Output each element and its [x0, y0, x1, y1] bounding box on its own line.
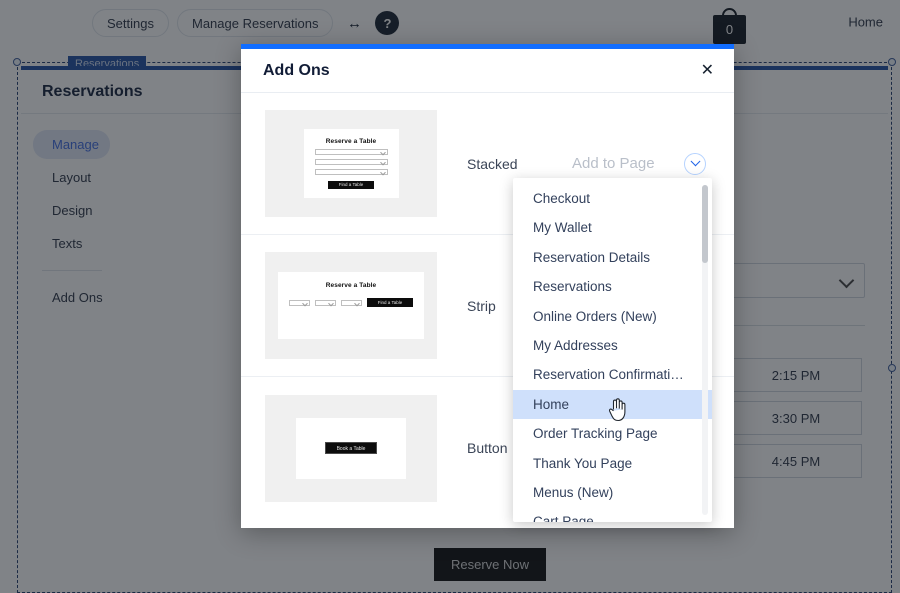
- close-icon[interactable]: ✕: [697, 59, 718, 83]
- thumb-field: [289, 299, 310, 306]
- dropdown-item[interactable]: Reservations: [513, 272, 712, 301]
- dropdown-item[interactable]: Thank You Page: [513, 449, 712, 478]
- thumb-field-row: Find a Table: [289, 298, 413, 307]
- thumb-field: [315, 299, 336, 306]
- dropdown-item[interactable]: Menus (New): [513, 478, 712, 507]
- modal-title: Add Ons: [263, 61, 330, 79]
- modal-header: Add Ons ✕: [241, 49, 734, 93]
- dropdown-item[interactable]: Reservation Confirmati…: [513, 360, 712, 389]
- addon-thumbnail-button: Book a Table: [265, 394, 437, 502]
- dropdown-item-home[interactable]: Home: [513, 389, 712, 420]
- screen: Settings Manage Reservations ↔ ? 0 Home …: [0, 0, 900, 593]
- addon-thumbnail-stacked: Reserve a Table Find a Table: [265, 110, 437, 217]
- thumb-preview: Reserve a Table Find a Table: [303, 129, 399, 198]
- dropdown-list: Checkout My Wallet Reservation Details R…: [513, 178, 712, 522]
- thumb-field: [341, 299, 362, 306]
- thumb-title: Reserve a Table: [325, 138, 377, 145]
- dropdown-item[interactable]: Checkout: [513, 184, 712, 213]
- thumb-button: Book a Table: [325, 442, 377, 454]
- thumb-preview: Book a Table: [296, 417, 406, 479]
- thumb-preview: Reserve a Table Find a Table: [278, 272, 424, 339]
- thumb-button: Find a Table: [367, 298, 413, 307]
- thumb-button: Find a Table: [328, 181, 374, 189]
- thumb-field: [314, 159, 388, 165]
- addon-thumbnail-strip: Reserve a Table Find a Table: [265, 252, 437, 359]
- addon-name: Stacked: [467, 155, 518, 172]
- add-to-page-select[interactable]: Add to Page: [572, 155, 684, 172]
- thumb-field: [314, 169, 388, 175]
- page-dropdown[interactable]: Checkout My Wallet Reservation Details R…: [513, 178, 712, 522]
- dropdown-item[interactable]: Order Tracking Page: [513, 419, 712, 448]
- dropdown-item[interactable]: Reservation Details: [513, 243, 712, 272]
- thumb-title: Reserve a Table: [325, 282, 377, 289]
- dropdown-scrollbar-thumb[interactable]: [702, 185, 708, 263]
- dropdown-item[interactable]: Online Orders (New): [513, 302, 712, 331]
- dropdown-item[interactable]: My Wallet: [513, 213, 712, 242]
- dropdown-item[interactable]: Cart Page: [513, 507, 712, 522]
- thumb-field: [314, 149, 388, 155]
- dropdown-item[interactable]: My Addresses: [513, 331, 712, 360]
- chevron-down-icon[interactable]: [684, 152, 706, 175]
